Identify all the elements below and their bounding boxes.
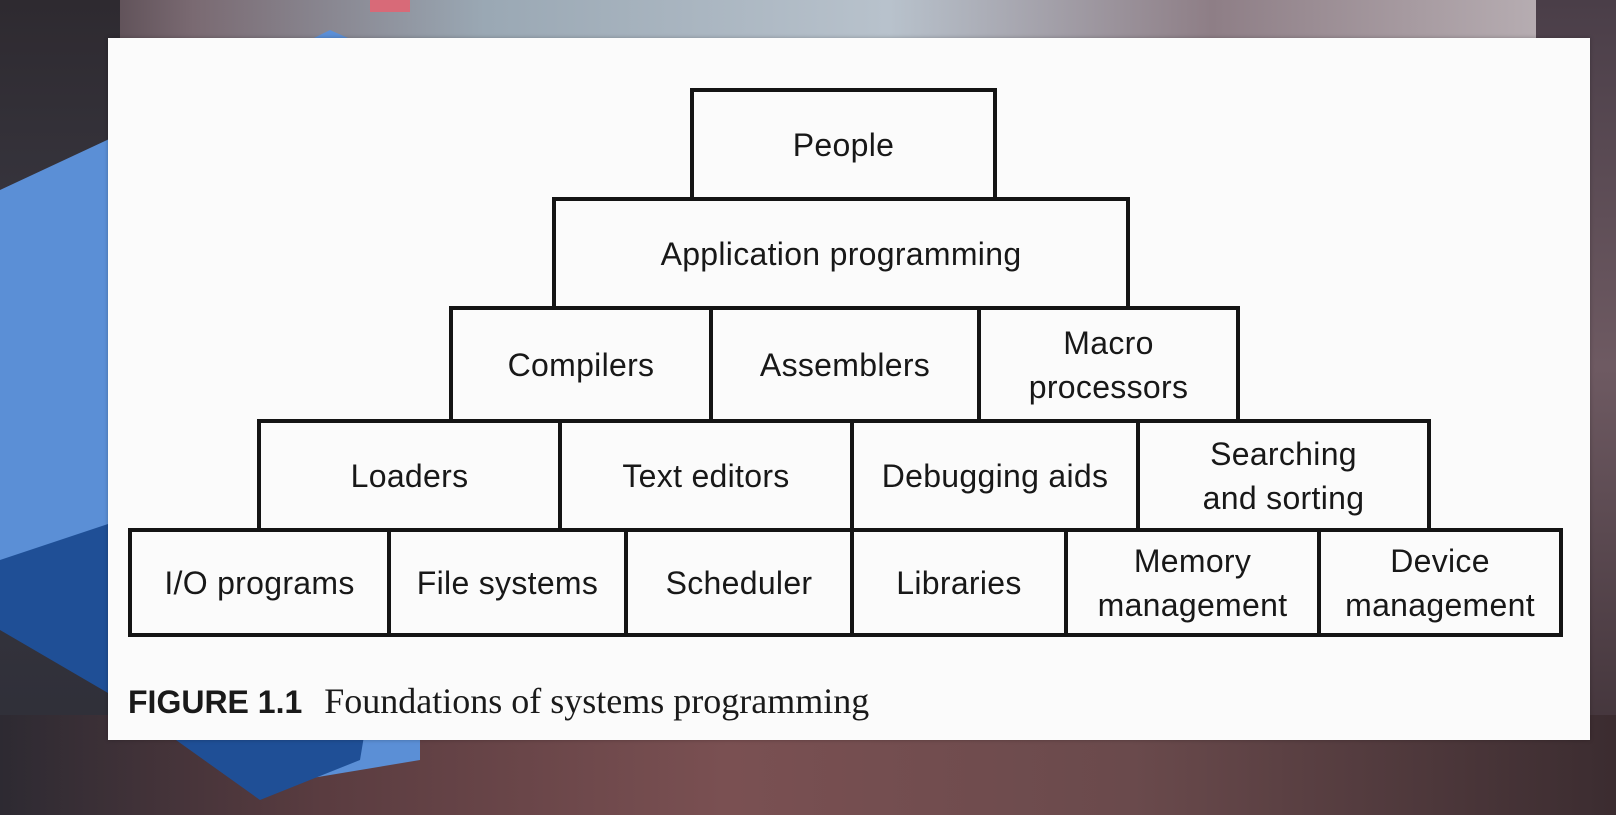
box-people: People (690, 88, 997, 201)
box-label: Device management (1345, 542, 1535, 623)
box-label: Application programming (660, 235, 1022, 272)
box-assemblers: Assemblers (709, 306, 981, 423)
figure-title: Foundations of systems programming (324, 681, 870, 721)
figure-number: FIGURE 1.1 (128, 684, 303, 720)
box-memory-management: Memory management (1064, 528, 1321, 637)
box-searching-and-sorting: Searching and sorting (1136, 419, 1431, 532)
box-application-programming: Application programming (552, 197, 1130, 310)
box-label: People (792, 126, 895, 163)
box-compilers: Compilers (449, 306, 713, 423)
box-device-management: Device management (1317, 528, 1563, 637)
box-label: Searching and sorting (1202, 435, 1365, 516)
box-label: Compilers (507, 346, 655, 383)
box-label: Macro processors (1028, 324, 1189, 405)
box-label: Libraries (896, 564, 1022, 601)
box-label: Memory management (1097, 542, 1288, 623)
box-label: Text editors (622, 457, 790, 494)
box-label: Scheduler (665, 564, 813, 601)
box-text-editors: Text editors (558, 419, 854, 532)
box-label: Loaders (350, 457, 469, 494)
box-scheduler: Scheduler (624, 528, 854, 637)
pink-accent-block (370, 0, 410, 12)
box-label: Debugging aids (881, 457, 1109, 494)
box-debugging-aids: Debugging aids (850, 419, 1140, 532)
box-label: I/O programs (164, 564, 355, 601)
box-label: Assemblers (759, 346, 931, 383)
box-io-programs: I/O programs (128, 528, 391, 637)
box-file-systems: File systems (387, 528, 628, 637)
box-loaders: Loaders (257, 419, 562, 532)
box-label: File systems (416, 564, 599, 601)
box-macro-processors: Macro processors (977, 306, 1240, 423)
box-libraries: Libraries (850, 528, 1068, 637)
figure-caption: FIGURE 1.1 Foundations of systems program… (128, 680, 869, 722)
